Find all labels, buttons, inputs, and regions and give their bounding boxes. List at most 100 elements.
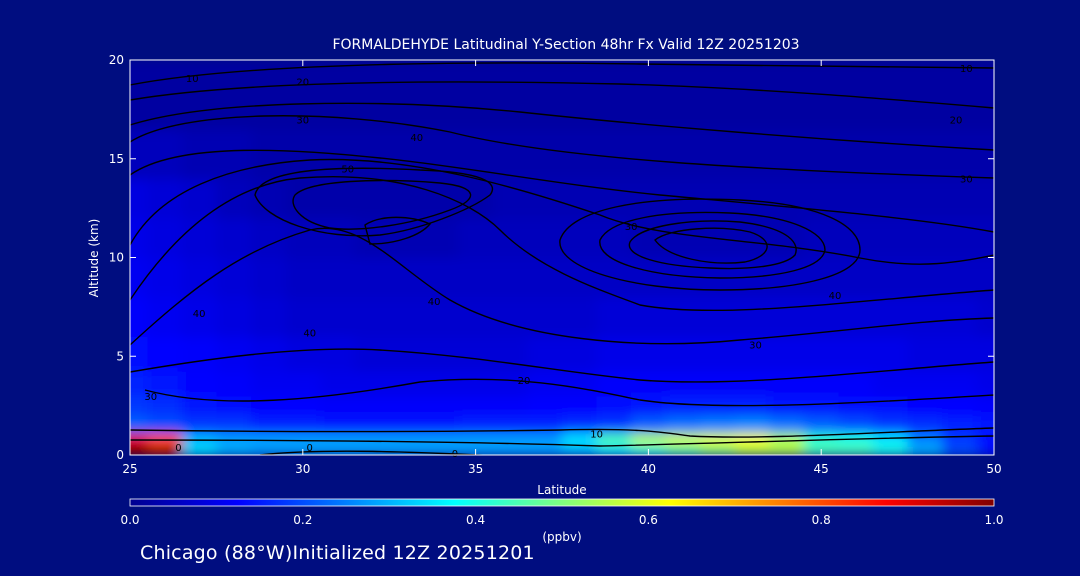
field-cell bbox=[907, 445, 943, 455]
field-cell bbox=[734, 178, 770, 219]
colorbar-tick-label: 0.8 bbox=[812, 513, 831, 527]
field-cell bbox=[423, 371, 459, 397]
x-tick-label: 25 bbox=[122, 462, 137, 476]
colorbar-label: (ppbv) bbox=[542, 530, 581, 544]
field-cell bbox=[216, 297, 252, 338]
field-cell bbox=[873, 297, 909, 338]
field-cell bbox=[285, 336, 321, 372]
y-tick-label: 20 bbox=[109, 53, 124, 67]
field-cell bbox=[873, 60, 909, 130]
field-cell bbox=[769, 218, 805, 259]
field-cell bbox=[734, 60, 770, 130]
contour-label: 30 bbox=[296, 115, 309, 126]
field-cell bbox=[423, 432, 459, 446]
field-cell bbox=[769, 432, 805, 446]
contour-label: 40 bbox=[829, 291, 842, 302]
field-cell bbox=[562, 395, 598, 417]
field-cell bbox=[838, 445, 874, 455]
field-cell bbox=[320, 60, 356, 130]
field-cell bbox=[492, 395, 529, 417]
field-cell bbox=[354, 432, 390, 446]
field-cell bbox=[907, 129, 943, 180]
field-cell bbox=[181, 432, 217, 446]
field-cell bbox=[147, 257, 183, 298]
field-cell bbox=[596, 445, 632, 455]
field-cell bbox=[803, 395, 840, 417]
field-cell bbox=[527, 395, 563, 417]
field-cell bbox=[734, 371, 770, 397]
field-cell bbox=[942, 415, 978, 434]
field-cell bbox=[769, 297, 805, 338]
contour-label: 40 bbox=[410, 133, 423, 144]
field-cell bbox=[527, 297, 563, 338]
field-cell bbox=[596, 297, 632, 338]
field-cell bbox=[389, 445, 425, 455]
field-cell bbox=[907, 218, 943, 259]
field-cell bbox=[562, 445, 598, 455]
field-cell bbox=[907, 60, 943, 130]
contour-label: 30 bbox=[749, 340, 762, 351]
field-cell bbox=[873, 415, 909, 434]
field-cell bbox=[562, 336, 598, 372]
field-cell bbox=[492, 445, 529, 455]
field-cell bbox=[527, 445, 563, 455]
field-cell bbox=[700, 297, 736, 338]
field-cell bbox=[389, 60, 425, 130]
field-cell bbox=[320, 297, 356, 338]
x-tick-label: 50 bbox=[986, 462, 1001, 476]
field-cell bbox=[665, 415, 701, 434]
colorbar-tick-label: 0.4 bbox=[466, 513, 485, 527]
field-cell bbox=[320, 257, 356, 298]
field-cell bbox=[665, 129, 701, 180]
x-tick-label: 40 bbox=[641, 462, 656, 476]
field-cell bbox=[700, 129, 736, 180]
field-cell bbox=[942, 297, 978, 338]
field-cell bbox=[354, 445, 390, 455]
contour-label: 50 bbox=[341, 165, 354, 176]
y-tick-label: 0 bbox=[116, 448, 124, 462]
field-cell bbox=[700, 445, 736, 455]
field-cell bbox=[700, 60, 736, 130]
field-cell bbox=[354, 297, 390, 338]
field-cell bbox=[665, 336, 701, 372]
field-cell bbox=[631, 371, 667, 397]
field-cell bbox=[216, 218, 252, 259]
field-cell bbox=[769, 178, 805, 219]
field-cell bbox=[458, 371, 494, 397]
contour-label: 40 bbox=[303, 329, 316, 340]
field-cell bbox=[320, 336, 356, 372]
field-cell bbox=[769, 257, 805, 298]
field-cell bbox=[769, 415, 805, 434]
field-cell bbox=[181, 129, 217, 180]
field-cell bbox=[492, 257, 529, 298]
contour-label: 0 bbox=[175, 443, 181, 454]
field-cell bbox=[354, 257, 390, 298]
colorbar: 0.0 0.2 0.4 0.6 0.8 1.0 (ppbv) bbox=[120, 498, 1004, 544]
field-cell bbox=[389, 395, 425, 417]
field-cell bbox=[354, 415, 390, 434]
field-cell bbox=[216, 432, 252, 446]
field-cell bbox=[181, 445, 217, 455]
field-cell bbox=[285, 432, 321, 446]
field-cell bbox=[562, 218, 598, 259]
field-cell bbox=[734, 415, 770, 434]
field-cell bbox=[665, 297, 701, 338]
y-tick-label: 15 bbox=[109, 152, 124, 166]
field-cell bbox=[458, 257, 494, 298]
field-cell bbox=[631, 178, 667, 219]
field-cell bbox=[907, 297, 943, 338]
field-cell bbox=[631, 336, 667, 372]
contour-label: 20 bbox=[296, 78, 309, 89]
field-cell bbox=[838, 336, 874, 372]
field-cell bbox=[700, 371, 736, 397]
colorbar-ticks: 0.0 0.2 0.4 0.6 0.8 1.0 bbox=[120, 513, 1003, 527]
field-cell bbox=[216, 371, 252, 397]
x-axis-label: Latitude bbox=[537, 483, 586, 497]
field-cell bbox=[596, 395, 632, 417]
field-cell bbox=[527, 60, 563, 130]
field-cell bbox=[389, 432, 425, 446]
field-cell bbox=[181, 371, 217, 397]
field-cell bbox=[492, 60, 529, 130]
field-cell bbox=[285, 371, 321, 397]
field-cell bbox=[354, 371, 390, 397]
